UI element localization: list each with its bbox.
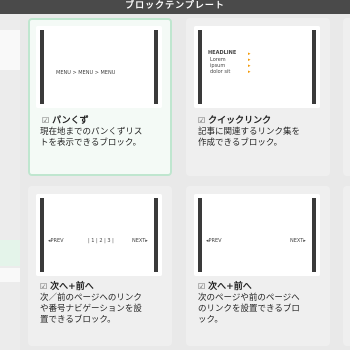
template-card-breadcrumb[interactable]: MENU > MENU > MENU ☑ パンくず 現在地までのパンくずリス トを…: [28, 18, 172, 176]
card-title-text: パンくず: [52, 116, 89, 126]
sidebar-item[interactable]: [0, 30, 20, 70]
card-preview: ◂PREV NEXT▸: [194, 194, 320, 276]
card-title-text: 次へ+前へ: [208, 282, 252, 292]
preview-line: dolor sit: [210, 69, 231, 75]
card-title: ☑ パンくず: [42, 113, 89, 126]
sidebar-list: [0, 14, 20, 350]
preview-next-link: NEXT▸: [290, 238, 306, 244]
sidebar-item-active[interactable]: [0, 240, 20, 266]
card-title: ☑ 次へ+前へ: [198, 279, 252, 292]
preview-bar-right: [154, 30, 158, 104]
template-card-quicklink[interactable]: HEADLINE Lorem ipsum dolor sit ▸ ▸ ▸ ▸ ☑…: [186, 18, 330, 176]
checkbox-icon[interactable]: ☑: [198, 282, 205, 291]
preview-bar-left: [40, 30, 44, 104]
preview-bar-left: [40, 198, 44, 272]
preview-bar-left: [198, 198, 202, 272]
arrow-icon: ▸: [248, 69, 251, 75]
sidebar-item[interactable]: [0, 268, 20, 282]
preview-prev-link: ◂PREV: [206, 238, 222, 244]
checkbox-icon[interactable]: ☑: [40, 282, 47, 291]
card-preview: ◂PREV | 1 | 2 | 3 | NEXT▸: [36, 194, 162, 276]
preview-breadcrumb-text: MENU > MENU > MENU: [56, 70, 116, 76]
template-card-partial[interactable]: [343, 18, 350, 176]
checkbox-icon[interactable]: ☑: [42, 116, 49, 125]
preview-bar-right: [154, 198, 158, 272]
card-title-text: 次へ+前へ: [50, 282, 94, 292]
preview-prev-link: ◂PREV: [48, 238, 64, 244]
preview-bar-left: [198, 30, 202, 104]
preview-headline: HEADLINE: [208, 50, 237, 56]
card-title: ☑ クイックリンク: [198, 113, 271, 126]
card-title-text: クイックリンク: [208, 116, 272, 126]
card-description: 記事に関連するリンク集を 作成できるブロック。: [198, 127, 301, 148]
card-preview: HEADLINE Lorem ipsum dolor sit ▸ ▸ ▸ ▸: [194, 26, 320, 108]
window-title: ブロックテンプレート: [0, 0, 350, 14]
card-title: ☑ 次へ+前へ: [40, 279, 94, 292]
preview-bar-right: [312, 30, 316, 104]
preview-page-numbers: | 1 | 2 | 3 |: [88, 238, 114, 244]
card-description: 次のページや前のページへ のリンクを設置できるブロ ック。: [198, 293, 300, 325]
preview-bar-right: [312, 198, 316, 272]
card-description: 現在地までのパンくずリス トを表示できるブロック。: [40, 127, 143, 148]
card-preview: MENU > MENU > MENU: [36, 26, 162, 108]
card-description: 次／前のページへのリンク や番号ナビゲーションを設 置できるブロック。: [40, 293, 142, 325]
preview-next-link: NEXT▸: [132, 238, 148, 244]
template-card-next-prev[interactable]: ◂PREV NEXT▸ ☑ 次へ+前へ 次のページや前のページへ のリンクを設置で…: [186, 186, 330, 346]
checkbox-icon[interactable]: ☑: [198, 116, 205, 125]
template-card-pagination[interactable]: ◂PREV | 1 | 2 | 3 | NEXT▸ ☑ 次へ+前へ 次／前のページ…: [28, 186, 172, 346]
template-card-partial[interactable]: [343, 186, 350, 346]
